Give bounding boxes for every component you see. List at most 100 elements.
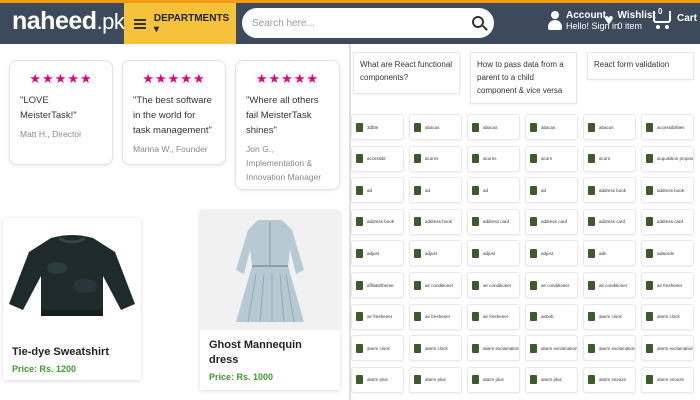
cart-link[interactable]: 0 Cart bbox=[651, 6, 697, 30]
product-card[interactable]: Ghost Mannequin dress Price: Rs. 1000 bbox=[200, 210, 340, 390]
wishlist-count: 0 item bbox=[617, 21, 643, 31]
tile-label: address book bbox=[425, 219, 453, 225]
testimonial-author: Matt H., Director bbox=[20, 129, 82, 139]
icon-tile[interactable]: affiliatetheme bbox=[351, 272, 404, 298]
search-input[interactable] bbox=[252, 17, 462, 29]
tile-label: address book bbox=[367, 219, 395, 225]
icon-tile[interactable]: alarm snooze bbox=[641, 366, 694, 393]
icon-tile[interactable]: address card bbox=[525, 208, 578, 235]
icon-tile[interactable]: acorns bbox=[467, 145, 520, 172]
icon-tile[interactable]: abacus bbox=[409, 114, 462, 140]
question-card[interactable]: React form validation bbox=[587, 52, 694, 80]
icon-tile[interactable]: address book bbox=[409, 208, 462, 235]
icon-tile[interactable]: accessibilities bbox=[641, 114, 694, 140]
product-image[interactable] bbox=[3, 218, 141, 318]
tile-icon bbox=[356, 154, 363, 164]
question-card[interactable]: How to pass data from a parent to a chil… bbox=[470, 52, 577, 104]
tile-label: air conditioner bbox=[483, 282, 512, 288]
icon-tile[interactable]: air conditioner bbox=[583, 272, 636, 298]
icon-tile[interactable]: alarm clock bbox=[351, 335, 404, 362]
tile-icon bbox=[646, 312, 653, 322]
icon-tile[interactable]: alarm plus bbox=[525, 366, 578, 393]
tile-icon bbox=[414, 375, 421, 385]
icon-tile[interactable]: address book bbox=[351, 208, 404, 235]
icon-tile[interactable]: acorn bbox=[525, 145, 578, 172]
tile-icon bbox=[530, 375, 537, 385]
icon-tile[interactable]: alarm exclamation bbox=[583, 335, 636, 362]
icon-tile[interactable]: airbnb bbox=[525, 303, 578, 330]
icon-tile[interactable]: alarm exclamation bbox=[641, 335, 694, 362]
product-name[interactable]: Ghost Mannequin dress bbox=[209, 338, 333, 368]
icon-tile[interactable]: adjust bbox=[525, 240, 578, 267]
tile-icon bbox=[472, 185, 479, 195]
icon-tile[interactable]: acquisition proposal bbox=[641, 145, 694, 172]
icon-tile[interactable]: adjust bbox=[467, 240, 520, 267]
testimonial-author: Marina W., Founder bbox=[133, 144, 208, 154]
tile-label: air freshener bbox=[367, 314, 393, 320]
icon-tile[interactable]: adjust bbox=[409, 240, 462, 267]
tile-label: adjust bbox=[367, 250, 380, 256]
icon-tile[interactable]: address card bbox=[467, 208, 520, 235]
icon-tile[interactable]: alarm exclamation bbox=[525, 335, 578, 362]
icon-tile[interactable]: acorns bbox=[409, 145, 462, 172]
icon-tile[interactable]: alarm exclamation bbox=[467, 335, 520, 362]
icon-tile[interactable]: adn bbox=[583, 240, 636, 267]
icon-tile[interactable]: ad bbox=[351, 177, 404, 204]
icon-tile[interactable]: alarm snooze bbox=[583, 366, 636, 393]
wishlist-link[interactable]: ♥ Wishlist 0 item bbox=[604, 10, 656, 32]
icon-tile[interactable]: adjust bbox=[351, 240, 404, 267]
icon-tile[interactable]: address card bbox=[641, 208, 694, 235]
icon-tile[interactable]: air conditioner bbox=[467, 272, 520, 298]
search-icon[interactable] bbox=[472, 16, 484, 28]
tile-icon bbox=[356, 122, 363, 132]
icon-tile[interactable]: alarm clock bbox=[583, 303, 636, 330]
testimonial-card: ★★★★★ "The best software in the world fo… bbox=[122, 60, 226, 165]
question-text: React form validation bbox=[594, 60, 670, 69]
icon-tile[interactable]: alarm clock bbox=[409, 335, 462, 362]
icon-tile[interactable]: air freshener bbox=[351, 303, 404, 330]
icon-tile[interactable]: alarm plus bbox=[409, 366, 462, 393]
departments-button[interactable]: DEPARTMENTS ▾ bbox=[124, 3, 236, 44]
icon-tile[interactable]: abacus bbox=[583, 114, 636, 140]
icon-tile[interactable]: acorn bbox=[583, 145, 636, 172]
icon-tile[interactable]: alarm plus bbox=[467, 366, 520, 393]
icon-tile[interactable]: ad bbox=[467, 177, 520, 204]
icon-tile[interactable]: ad bbox=[525, 177, 578, 204]
icon-tile[interactable]: air conditioner bbox=[409, 272, 462, 298]
site-logo[interactable]: naheed.pk bbox=[12, 7, 125, 36]
icon-tile[interactable]: alarm clock bbox=[641, 303, 694, 330]
tile-label: adn bbox=[599, 250, 607, 256]
icon-tile[interactable]: air freshener bbox=[467, 303, 520, 330]
tile-label: abacus bbox=[425, 124, 440, 130]
icon-tile[interactable]: air conditioner bbox=[525, 272, 578, 298]
icon-tile[interactable]: abacus bbox=[525, 114, 578, 140]
icon-tile[interactable]: address book bbox=[583, 177, 636, 204]
tile-icon bbox=[588, 312, 595, 322]
tile-label: ad bbox=[367, 187, 373, 193]
tile-icon bbox=[472, 343, 479, 353]
logo-text: naheed bbox=[12, 7, 97, 35]
icon-tile[interactable]: address card bbox=[583, 208, 636, 235]
icon-tile[interactable]: ad bbox=[409, 177, 462, 204]
product-image[interactable] bbox=[200, 210, 340, 330]
rating-stars: ★★★★★ bbox=[29, 71, 93, 86]
tile-label: alarm exclamation bbox=[599, 345, 636, 351]
icon-tile[interactable]: address book bbox=[641, 177, 694, 204]
icon-tile[interactable]: air freshener bbox=[641, 272, 694, 298]
product-price: Price: Rs. 1200 bbox=[12, 364, 77, 374]
question-card[interactable]: What are React functional components? bbox=[353, 52, 460, 94]
product-card[interactable]: Tie-dye Sweatshirt Price: Rs. 1200 bbox=[3, 218, 141, 380]
icon-tile[interactable]: 3dbtn bbox=[351, 114, 404, 140]
tile-label: acorn bbox=[599, 156, 611, 162]
tile-label: air conditioner bbox=[425, 282, 454, 288]
icon-tile[interactable]: adwords bbox=[641, 240, 694, 267]
icon-tile[interactable]: accessibl bbox=[351, 145, 404, 172]
cart-label: Cart bbox=[677, 12, 698, 24]
product-name[interactable]: Tie-dye Sweatshirt bbox=[12, 345, 136, 360]
icon-tile[interactable]: alarm plus bbox=[351, 366, 404, 393]
testimonial-author: Jon G., Implementation & Innovation Mana… bbox=[246, 144, 322, 182]
icon-tile[interactable]: air freshener bbox=[409, 303, 462, 330]
tile-icon bbox=[530, 343, 537, 353]
icon-tile[interactable]: abacus bbox=[467, 114, 520, 140]
tile-icon bbox=[646, 343, 653, 353]
